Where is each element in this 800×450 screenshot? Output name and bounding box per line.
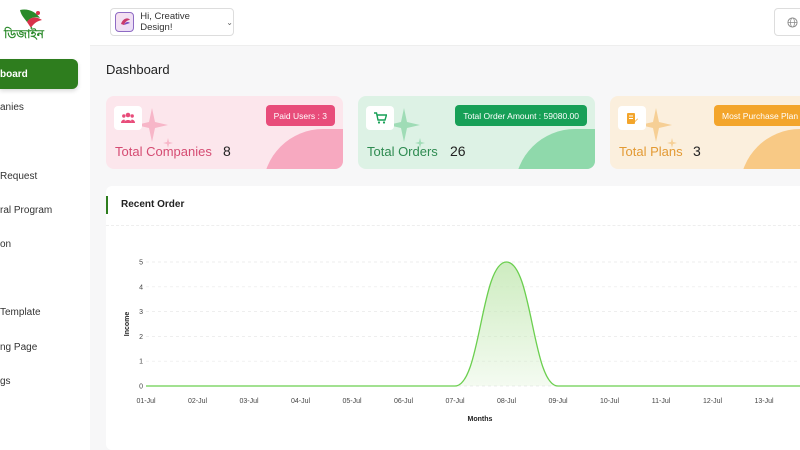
paid-users-badge: Paid Users : 3	[265, 105, 335, 126]
avatar	[115, 12, 135, 32]
card-label: Total Plans	[619, 144, 683, 159]
page-title: Dashboard	[106, 62, 170, 77]
user-menu-dropdown[interactable]: Hi, Creative Design! ⌄	[110, 8, 234, 36]
sidebar-item-label: Template	[0, 306, 41, 318]
x-tick-label: 09-Jul	[548, 398, 568, 405]
logo: ডিজাইন	[0, 6, 50, 41]
sidebar-item-label: ral Program	[0, 204, 53, 216]
x-tick-label: 07-Jul	[445, 398, 465, 405]
series-area	[146, 262, 800, 386]
card-label: Total Orders	[367, 144, 438, 159]
users-icon	[121, 112, 135, 123]
y-axis-title: Income	[124, 312, 131, 337]
recent-order-panel: Recent Order 0 1 2 3 4 5 01-Jul 02-Jul 03-Jul 04-…	[106, 186, 800, 450]
x-tick-label: 13-Jul	[754, 398, 774, 405]
x-tick-label: 01-Jul	[136, 398, 156, 405]
y-tick-label: 5	[139, 260, 143, 267]
x-tick-label: 06-Jul	[394, 398, 414, 405]
sidebar-item-request[interactable]: Request	[0, 164, 80, 188]
card-wave-decoration	[515, 129, 595, 169]
language-button[interactable]	[774, 8, 800, 36]
sidebar-item-label: gs	[0, 375, 11, 387]
document-icon	[627, 112, 638, 124]
card-icon-box	[114, 106, 142, 130]
x-tick-label: 04-Jul	[291, 398, 311, 405]
card-wave-decoration	[740, 129, 800, 169]
chevron-down-icon: ⌄	[226, 17, 233, 27]
x-tick-label: 12-Jul	[703, 398, 723, 405]
sidebar-item-label: on	[0, 238, 12, 250]
top-header: Hi, Creative Design! ⌄	[90, 0, 800, 46]
sidebar-item-dashboard[interactable]: board	[0, 59, 78, 89]
sidebar-item-label: anies	[0, 101, 24, 113]
user-greeting: Hi, Creative Design!	[140, 11, 190, 33]
x-tick-label: 10-Jul	[600, 398, 620, 405]
stat-card-companies: Paid Users : 3 Total Companies 8	[106, 96, 343, 169]
x-tick-label: 02-Jul	[188, 398, 208, 405]
x-tick-label: 03-Jul	[239, 398, 259, 405]
cart-icon	[373, 112, 387, 124]
sidebar-item-settings[interactable]: gs	[0, 369, 80, 393]
logo-text: ডিজাইন	[4, 27, 44, 41]
x-tick-label: 08-Jul	[497, 398, 517, 405]
most-purchase-plan-badge: Most Purchase Plan	[714, 105, 800, 126]
bird-avatar-icon	[120, 18, 130, 25]
stat-card-orders: Total Order Amount : 59080.00 Total Orde…	[358, 96, 595, 169]
card-value: 3	[693, 143, 701, 159]
stat-card-plans: Most Purchase Plan Total Plans 3	[610, 96, 800, 169]
sidebar: ডিজাইন board anies Request ral Program o…	[0, 0, 90, 450]
card-wave-decoration	[263, 129, 343, 169]
sidebar-item-template[interactable]: Template	[0, 300, 80, 324]
sidebar-item-label: Request	[0, 170, 38, 182]
x-axis-title: Months	[468, 416, 493, 423]
y-tick-label: 0	[139, 384, 143, 391]
sidebar-item-referral-program[interactable]: ral Program	[0, 198, 80, 222]
y-tick-label: 2	[139, 334, 143, 341]
x-tick-label: 05-Jul	[342, 398, 362, 405]
sidebar-item-label: board	[0, 68, 28, 80]
sidebar-item-landing-page[interactable]: ng Page	[0, 335, 80, 359]
card-value: 8	[223, 143, 231, 159]
x-tick-label: 11-Jul	[652, 398, 671, 405]
income-chart: 0 1 2 3 4 5 01-Jul 02-Jul 03-Jul 04-Jul 05-Jul 06-J…	[124, 260, 800, 423]
order-amount-badge: Total Order Amount : 59080.00	[455, 105, 587, 126]
y-tick-label: 1	[139, 359, 143, 366]
y-tick-label: 4	[139, 284, 143, 291]
sidebar-item-label: ng Page	[0, 341, 38, 353]
globe-icon	[786, 16, 798, 28]
card-icon-box	[366, 106, 394, 130]
card-label: Total Companies	[115, 144, 212, 159]
card-icon-box	[618, 106, 646, 130]
card-value: 26	[450, 143, 466, 159]
sidebar-item-companies[interactable]: anies	[0, 95, 80, 119]
y-tick-label: 3	[139, 309, 143, 316]
sidebar-item-on[interactable]: on	[0, 232, 80, 256]
